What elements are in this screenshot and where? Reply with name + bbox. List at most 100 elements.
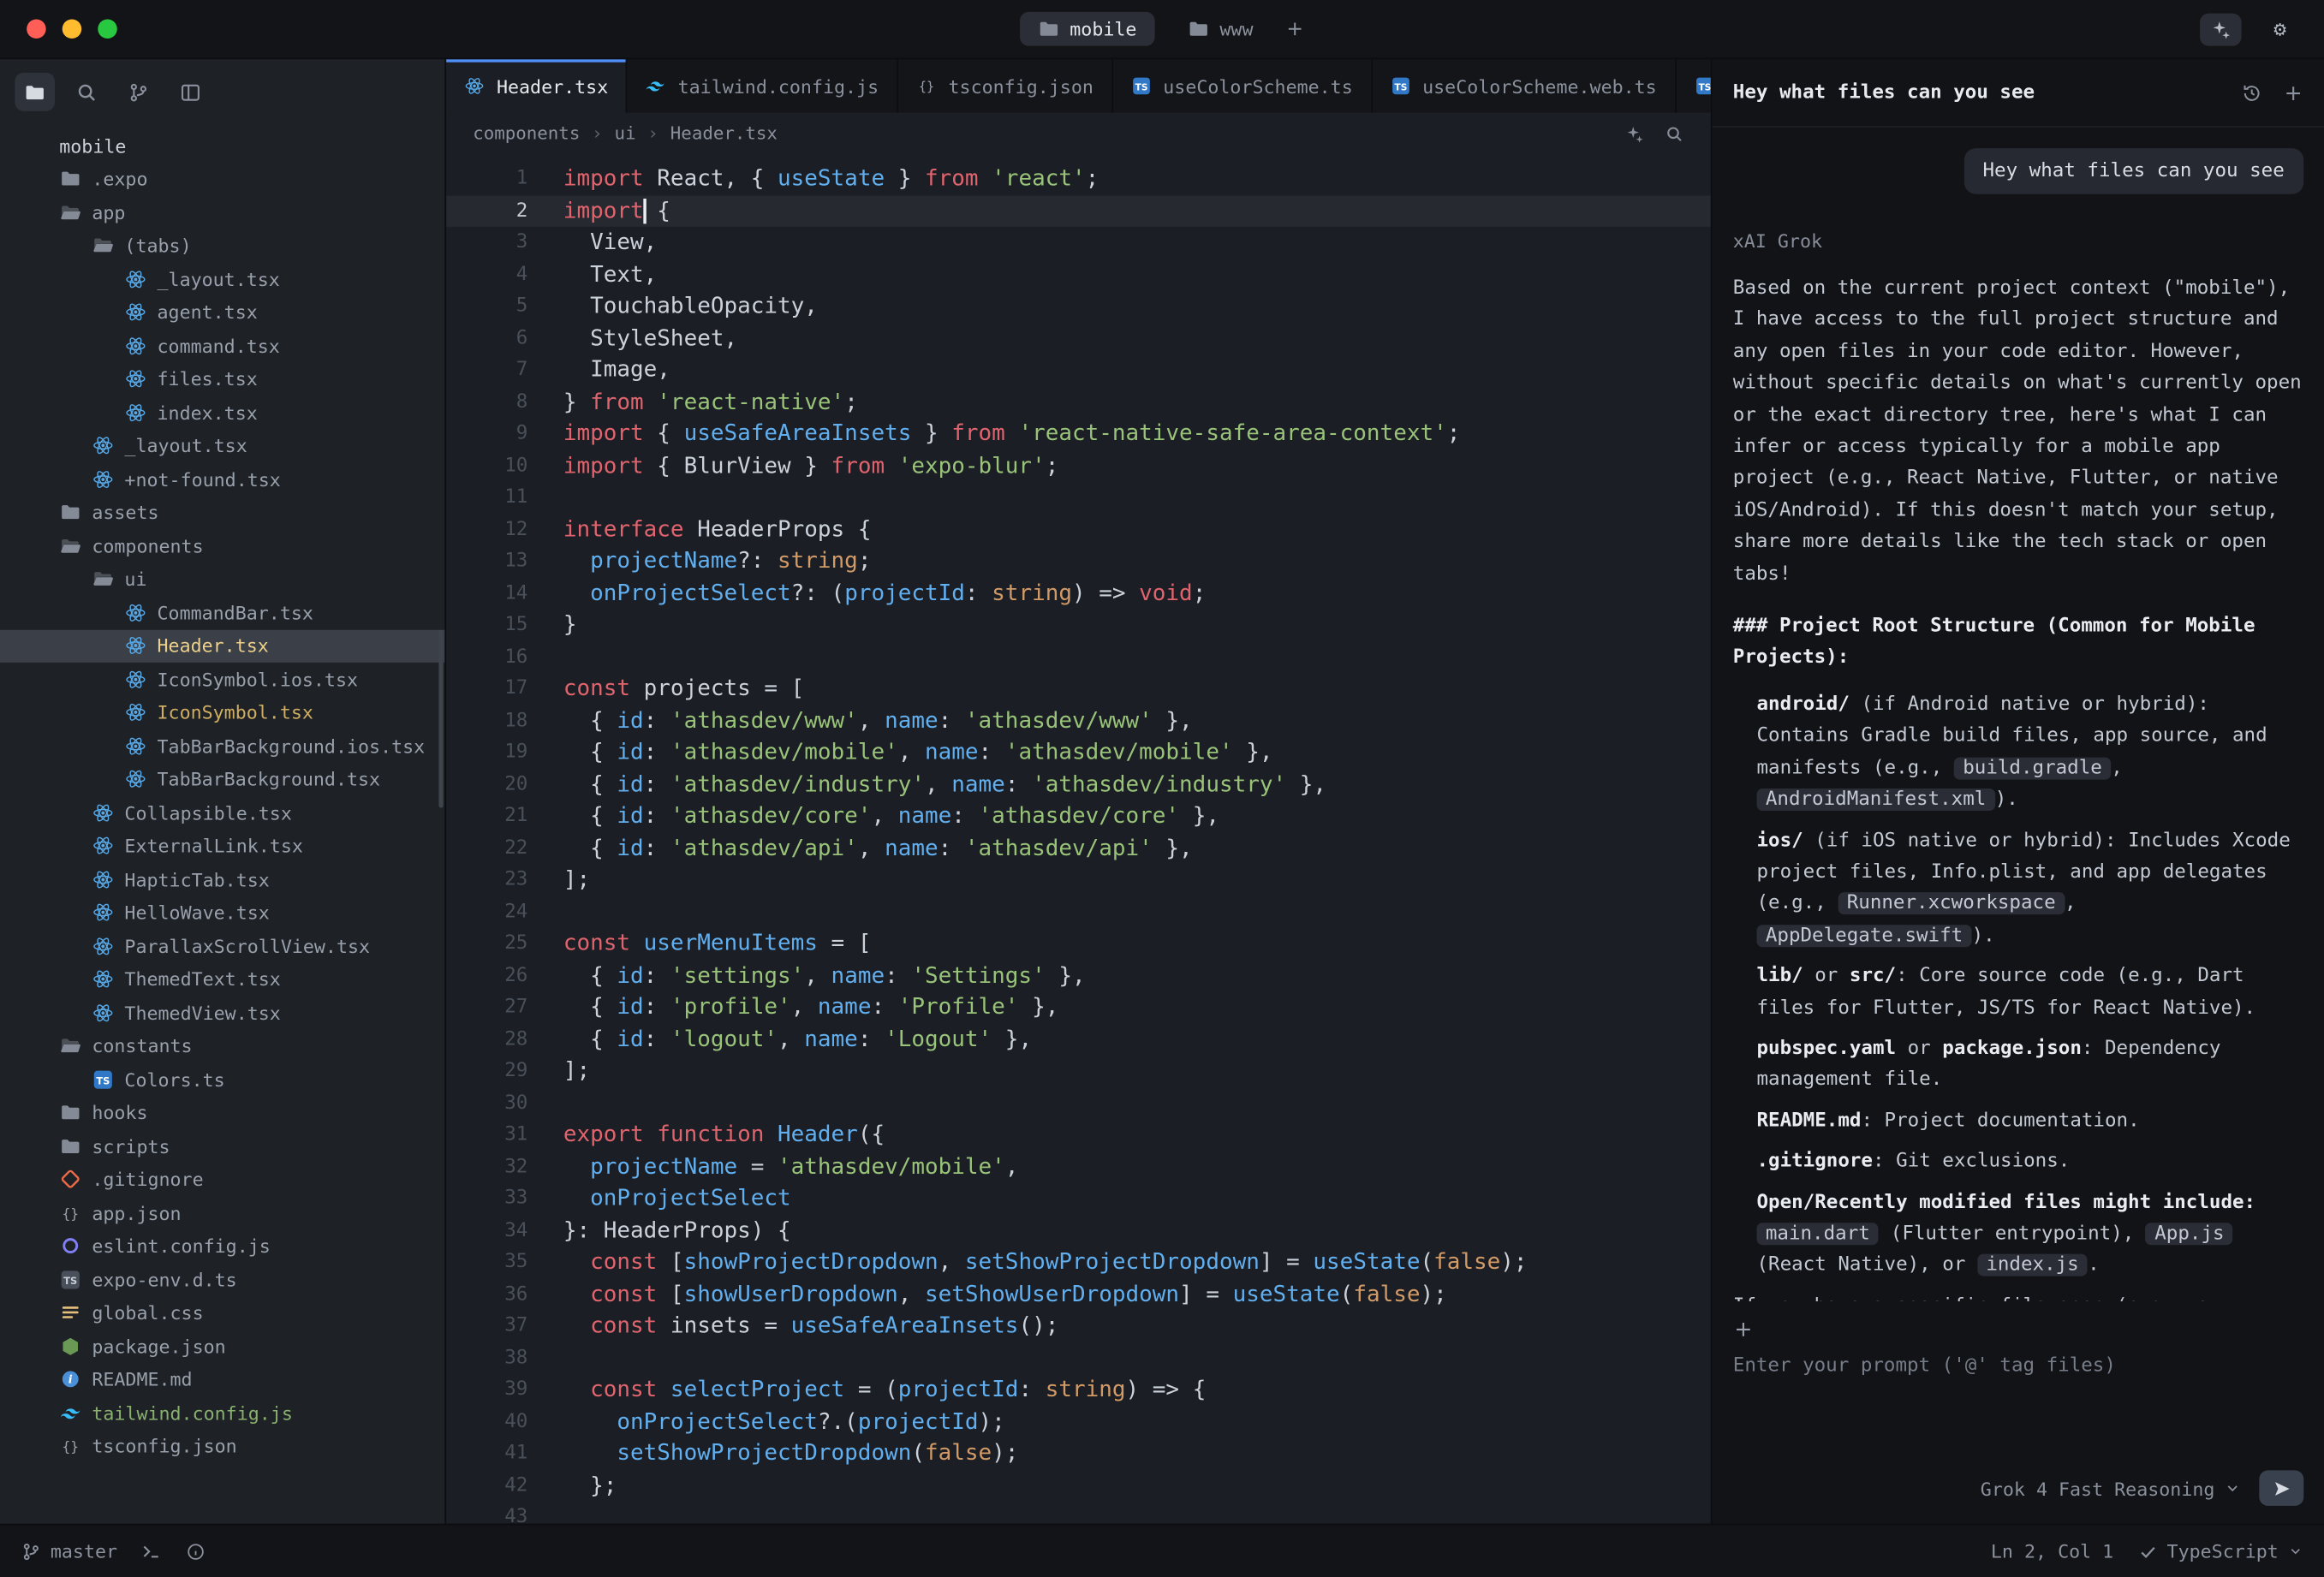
file-tree[interactable]: mobile.expoapp(tabs)_layout.tsxagent.tsx… [0,124,444,1523]
tree-item-ThemedText.tsx[interactable]: ThemedText.tsx [0,962,444,996]
svg-text:i: i [69,1374,73,1387]
tree-item-tsconfig.json[interactable]: {}tsconfig.json [0,1430,444,1463]
tree-item-(tabs)[interactable]: (tabs) [0,229,444,262]
tree-item-IconSymbol.tsx[interactable]: IconSymbol.tsx [0,696,444,729]
tree-item-files.tsx[interactable]: files.tsx [0,362,444,396]
tree-item-hooks[interactable]: hooks [0,1096,444,1129]
cursor-position[interactable]: Ln 2, Col 1 [1991,1540,2113,1562]
sidebar-tool-panels[interactable] [170,73,211,111]
git-branch-indicator[interactable]: master [21,1540,117,1562]
tree-item-HelloWave.tsx[interactable]: HelloWave.tsx [0,896,444,930]
ai-assistant-button[interactable] [2200,13,2241,45]
code-line-26: 26 { id: 'settings', name: 'Settings' }, [446,960,1711,991]
tree-item-index.tsx[interactable]: index.tsx [0,396,444,429]
composer-bottom: Grok 4 Fast Reasoning [1733,1470,2304,1506]
tree-item-global.css[interactable]: global.css [0,1296,444,1330]
editor-tab-useColorScheme.web.ts[interactable]: TSuseColorScheme.web.ts [1372,59,1676,112]
new-thread-icon[interactable] [2283,82,2303,103]
tree-item-agent.tsx[interactable]: agent.tsx [0,295,444,329]
sidebar-scrollbar[interactable] [438,630,443,808]
tree-item-label: ThemedText.tsx [124,968,280,991]
tree-item-scripts[interactable]: scripts [0,1129,444,1163]
tree-item-.gitignore[interactable]: .gitignore [0,1163,444,1196]
tree-item-Collapsible.tsx[interactable]: Collapsible.tsx [0,796,444,830]
tree-item-ui[interactable]: ui [0,562,444,596]
tree-item-_layout.tsx[interactable]: _layout.tsx [0,429,444,462]
react-icon [92,835,114,857]
tree-item-mobile[interactable]: mobile [0,129,444,163]
terminal-icon [141,1541,162,1562]
tree-item-command.tsx[interactable]: command.tsx [0,329,444,362]
editor-tab-useColorScheme.ts[interactable]: TSuseColorScheme.ts [1112,59,1372,112]
tree-item-TabBarBackground.ios.tsx[interactable]: TabBarBackground.ios.tsx [0,729,444,763]
tree-item-Header.tsx[interactable]: Header.tsx [0,629,444,663]
tree-item-IconSymbol.ios.tsx[interactable]: IconSymbol.ios.tsx [0,663,444,696]
code-editor[interactable]: 1import React, { useState } from 'react'… [446,154,1711,1524]
diagnostics-indicator[interactable] [186,1541,206,1562]
tree-item-label: ExternalLink.tsx [124,835,302,857]
breadcrumb-item-ui[interactable]: ui [615,123,636,144]
breadcrumb-item-Header.tsx[interactable]: Header.tsx [670,123,778,144]
tree-item-constants[interactable]: constants [0,1029,444,1062]
line-number: 27 [446,991,527,1023]
line-number: 18 [446,705,527,736]
tree-item-label: Colors.ts [124,1068,224,1091]
workspace-tab-mobile[interactable]: mobile [1019,12,1154,46]
tree-item-_layout.tsx[interactable]: _layout.tsx [0,262,444,295]
model-selector[interactable]: Grok 4 Fast Reasoning [1981,1477,2242,1499]
tree-item-tailwind.config.js[interactable]: tailwind.config.js [0,1396,444,1430]
tree-item-CommandBar.tsx[interactable]: CommandBar.tsx [0,596,444,629]
tree-item-README.md[interactable]: iREADME.md [0,1363,444,1396]
tree-item-app.json[interactable]: {}app.json [0,1196,444,1229]
tree-item-package.json[interactable]: package.json [0,1330,444,1363]
tree-item-assets[interactable]: assets [0,496,444,529]
new-workspace-button[interactable] [1286,20,1306,39]
tree-item-expo-env.d.ts[interactable]: TSexpo-env.d.ts [0,1263,444,1296]
info-circle-icon [186,1541,206,1562]
prompt-input[interactable]: Enter your prompt ('@' tag files) [1733,1354,2304,1377]
editor-tab-label: tailwind.config.js [678,74,879,97]
send-button[interactable] [2259,1470,2303,1506]
search-icon[interactable] [1665,124,1684,144]
react-icon [92,1002,114,1024]
settings-button[interactable]: ⚙ [2259,13,2300,45]
line-number: 16 [446,641,527,673]
sparkle-icon[interactable] [1624,124,1644,144]
sidebar-tool-search[interactable] [67,73,107,111]
tree-item-ExternalLink.tsx[interactable]: ExternalLink.tsx [0,830,444,863]
react-icon [92,968,114,991]
tree-item-label: agent.tsx [158,301,258,324]
tree-item-ThemedView.tsx[interactable]: ThemedView.tsx [0,996,444,1029]
tree-item-app[interactable]: app [0,196,444,229]
sidebar-tool-git[interactable] [118,73,158,111]
tree-item-components[interactable]: components [0,529,444,562]
line-number: 25 [446,928,527,960]
line-number: 8 [446,386,527,418]
code-line-34: 34}: HeaderProps) { [446,1215,1711,1247]
breadcrumb-item-components[interactable]: components [473,123,580,144]
language-selector[interactable]: TypeScript [2137,1540,2303,1562]
breadcrumb-separator: › [592,123,603,144]
editor-tab-tsconfig.json[interactable]: {}tsconfig.json [898,59,1113,112]
tree-item-eslint.config.js[interactable]: eslint.config.js [0,1229,444,1263]
tree-item-+not-found.tsx[interactable]: +not-found.tsx [0,462,444,496]
line-number: 36 [446,1278,527,1310]
message-thread[interactable]: Hey what files can you see xAI Grok Base… [1713,128,2324,1301]
tree-item-.expo[interactable]: .expo [0,163,444,196]
tree-item-Colors.ts[interactable]: TSColors.ts [0,1062,444,1096]
tree-item-ParallaxScrollView.tsx[interactable]: ParallaxScrollView.tsx [0,929,444,962]
tree-item-label: Header.tsx [158,634,269,657]
history-icon[interactable] [2242,82,2262,103]
editor-tab-Header.tsx[interactable]: Header.tsx [446,59,628,112]
tree-item-HapticTab.tsx[interactable]: HapticTab.tsx [0,863,444,896]
terminal-toggle[interactable] [141,1541,162,1562]
workspace-tab-www[interactable]: www [1170,12,1272,46]
editor-tab-tailwind.config.js[interactable]: tailwind.config.js [628,59,898,112]
editor-tab-use[interactable]: TSuse [1676,59,1711,112]
react-icon [124,701,146,723]
line-number: 39 [446,1374,527,1406]
attach-plus-icon[interactable] [1733,1319,1754,1340]
sidebar-tool-files[interactable] [15,73,55,111]
tree-item-label: ThemedView.tsx [124,1002,280,1024]
tree-item-TabBarBackground.tsx[interactable]: TabBarBackground.tsx [0,763,444,796]
